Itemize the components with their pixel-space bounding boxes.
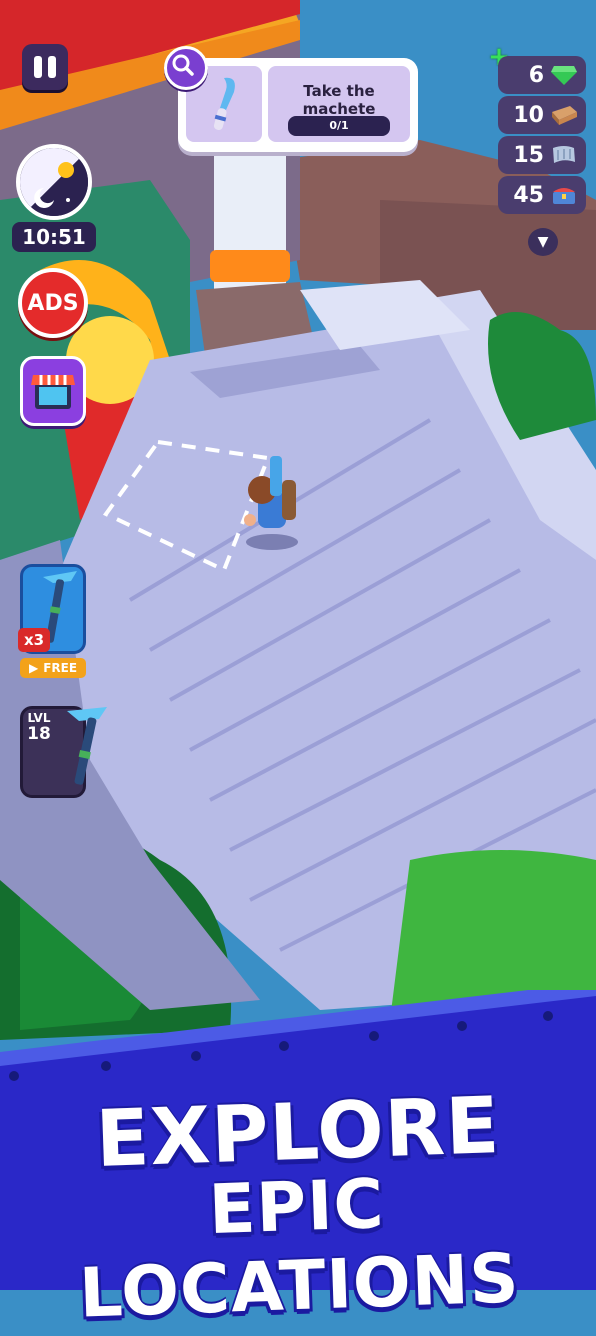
wood-counter[interactable]: 10 xyxy=(498,96,586,134)
ads-label: ADS xyxy=(27,290,79,316)
search-icon[interactable] xyxy=(164,46,208,90)
wood-plank-icon xyxy=(552,106,577,125)
no-ads-button[interactable]: ADS xyxy=(18,268,88,338)
cloth-value: 15 xyxy=(513,142,544,168)
shop-icon xyxy=(31,375,75,409)
gems-counter[interactable]: 6 xyxy=(498,56,586,94)
pause-button[interactable] xyxy=(22,44,68,90)
game-time: 10:51 xyxy=(12,222,96,252)
chevron-down-icon[interactable]: ▼ xyxy=(528,228,558,256)
quest-title: Take the machete xyxy=(302,82,376,118)
quest-progress-bar: 0/1 xyxy=(288,116,390,136)
quest-card[interactable]: Take the machete 0/1 xyxy=(178,58,418,152)
play-icon: ▶ xyxy=(28,661,39,675)
tool-level: LVL 18 xyxy=(26,710,52,744)
gem-icon xyxy=(551,66,577,85)
day-night-clock: 10:51 xyxy=(12,142,96,254)
free-label: FREE xyxy=(43,661,78,675)
multiplier-badge: x3 xyxy=(18,628,50,652)
chest-value: 45 xyxy=(513,182,544,208)
wood-value: 10 xyxy=(513,102,544,128)
cloth-counter[interactable]: 15 xyxy=(498,136,586,174)
gems-value: 6 xyxy=(528,62,544,88)
chest-icon xyxy=(553,188,575,204)
cloth-icon xyxy=(553,146,575,163)
level-value: 18 xyxy=(27,724,51,744)
free-reward-button[interactable]: ▶ FREE xyxy=(20,658,86,678)
chest-counter[interactable]: 45 xyxy=(498,176,586,214)
shop-button[interactable] xyxy=(20,356,86,426)
banner-line-2: EPIC LOCATIONS xyxy=(77,1164,521,1334)
